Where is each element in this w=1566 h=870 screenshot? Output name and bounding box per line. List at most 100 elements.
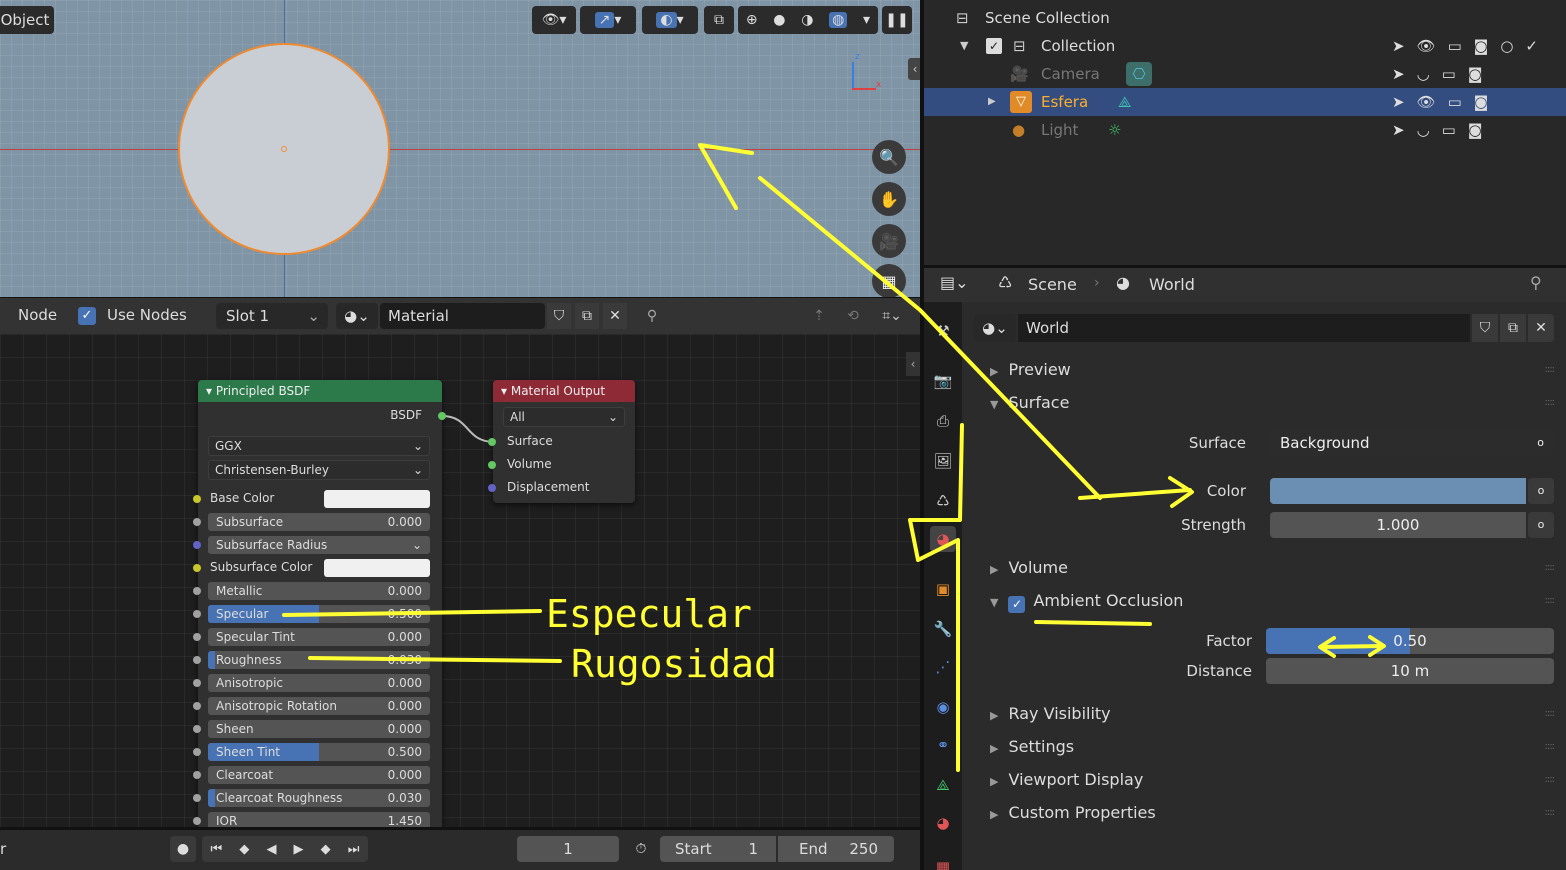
outliner-item-light[interactable]: ● Light ☼ ➤◡▭◙ — [924, 116, 1566, 144]
drag-handle-icon[interactable]: :::: — [1545, 595, 1556, 606]
node-editor-canvas[interactable]: ▾ Principled BSDF BSDF GGX ⌄ Christensen-… — [0, 334, 920, 827]
input-socket[interactable] — [193, 610, 201, 618]
texture-tab-icon[interactable]: ▦ — [930, 854, 956, 870]
bsdf-input-slider[interactable]: Anisotropic Rotation 0.000 — [208, 697, 430, 715]
modifier-tab-icon[interactable]: 🔧 — [930, 616, 956, 642]
play-icon[interactable]: ▶ — [294, 842, 304, 857]
unlink-icon[interactable]: ✕ — [1528, 314, 1554, 342]
material-output-header[interactable]: ▾ Material Output — [493, 380, 635, 402]
xray-toggle[interactable]: ⧉ — [704, 6, 734, 34]
bsdf-input-slider[interactable]: IOR 1.450 — [208, 812, 430, 827]
jump-end-icon[interactable]: ⏭ — [348, 842, 360, 857]
ortho-grid-icon[interactable]: ▦ — [872, 264, 906, 297]
current-frame-field[interactable]: 1 — [517, 836, 619, 862]
sidebar-toggle[interactable]: ‹ — [908, 58, 920, 80]
drag-handle-icon[interactable]: :::: — [1545, 397, 1556, 408]
collection-checkbox[interactable]: ✓ — [986, 38, 1002, 54]
color-link-button[interactable]: o — [1528, 478, 1554, 504]
bsdf-input-slider[interactable]: Subsurface 0.000 — [208, 513, 430, 531]
row-restrict-icons[interactable]: ➤◡▭◙ — [1392, 60, 1494, 88]
panel-ray-visibility[interactable]: ▶ Ray Visibility — [990, 704, 1111, 723]
row-restrict-icons[interactable]: ➤👁▭◙○✓ — [1392, 32, 1550, 60]
subsurface-method-dropdown[interactable]: Christensen-Burley ⌄ — [208, 460, 430, 480]
pin-icon[interactable]: ⚲ — [1530, 273, 1542, 292]
record-button[interactable]: ● — [170, 836, 196, 862]
slot-dropdown[interactable]: Slot 1 ⌄ — [216, 303, 328, 329]
prev-keyframe-icon[interactable]: ◆ — [239, 842, 249, 857]
bsdf-output-socket[interactable] — [438, 412, 446, 420]
data-tab-icon[interactable]: ⟁ — [930, 772, 956, 798]
object-tab-icon[interactable]: ▣ — [930, 576, 956, 602]
target-dropdown[interactable]: All ⌄ — [503, 407, 625, 427]
surface-socket[interactable] — [488, 438, 496, 446]
mesh-data-icon[interactable]: ⟁ — [1118, 88, 1131, 116]
end-frame-field[interactable]: End 250 — [778, 836, 894, 862]
input-socket[interactable] — [193, 679, 201, 687]
play-reverse-icon[interactable]: ◀ — [266, 842, 276, 857]
bsdf-input-slider[interactable]: Roughness 0.030 — [208, 651, 430, 669]
collection-row[interactable]: ▼ ✓ ⊟ Collection ➤👁▭◙○✓ — [924, 32, 1566, 60]
subsurface-radius-dropdown[interactable]: Subsurface Radius ⌄ — [208, 536, 430, 554]
input-socket[interactable] — [193, 495, 201, 503]
drag-handle-icon[interactable]: :::: — [1545, 364, 1556, 375]
bsdf-input-slider[interactable]: Sheen 0.000 — [208, 720, 430, 738]
panel-ambient-occlusion[interactable]: ▼ ✓ Ambient Occlusion — [990, 591, 1183, 613]
expand-arrow-icon[interactable]: ▼ — [960, 32, 968, 60]
material-output-node[interactable]: ▾ Material Output All ⌄ Surface Volume Di… — [488, 380, 635, 503]
light-data-icon[interactable]: ☼ — [1108, 116, 1121, 144]
panel-viewport-display[interactable]: ▶ Viewport Display — [990, 770, 1143, 789]
output-tab-icon[interactable]: ⎙ — [930, 408, 956, 434]
use-nodes-checkbox[interactable]: ✓ — [78, 307, 96, 325]
camera-data-icon[interactable]: ⎔ — [1126, 62, 1152, 86]
panel-volume[interactable]: ▶ Volume — [990, 558, 1068, 577]
render-tab-icon[interactable]: 📷 — [930, 368, 956, 394]
input-socket[interactable] — [193, 771, 201, 779]
strength-field[interactable]: 1.000 — [1270, 512, 1526, 538]
pin-icon[interactable]: ⚲ — [640, 303, 664, 329]
factor-slider[interactable]: 0.50 — [1266, 628, 1554, 654]
principled-bsdf-node[interactable]: ▾ Principled BSDF BSDF GGX ⌄ Christensen-… — [193, 380, 446, 827]
solid-icon[interactable]: ● — [773, 12, 785, 28]
drag-handle-icon[interactable]: :::: — [1545, 774, 1556, 785]
bsdf-input-slider[interactable]: Clearcoat Roughness 0.030 — [208, 789, 430, 807]
drag-handle-icon[interactable]: :::: — [1545, 807, 1556, 818]
displacement-socket[interactable] — [488, 484, 496, 492]
distance-field[interactable]: 10 m — [1266, 658, 1554, 684]
node-menu[interactable]: Node — [18, 306, 57, 324]
breadcrumb-scene[interactable]: Scene — [1028, 275, 1077, 294]
camera-view-icon[interactable]: 🎥 — [872, 224, 906, 258]
timeline-menu-fragment[interactable]: r — [0, 840, 6, 858]
gizmo-dropdown[interactable]: ↗ ▾ — [580, 6, 636, 34]
jump-start-icon[interactable]: ⏮ — [211, 842, 223, 857]
tool-tab-icon[interactable]: ⚒ — [930, 318, 956, 344]
snap-icon[interactable]: ⟲ — [840, 303, 866, 329]
row-restrict-icons[interactable]: ➤👁▭◙ — [1392, 88, 1500, 116]
color-swatch[interactable] — [1270, 478, 1526, 504]
ao-checkbox[interactable]: ✓ — [1008, 596, 1026, 613]
view-layer-tab-icon[interactable]: 🖼 — [930, 448, 956, 474]
rendered-icon[interactable]: ◍ — [829, 12, 848, 28]
overlay-dropdown[interactable]: ◐ ▾ — [642, 6, 698, 34]
input-socket[interactable] — [193, 518, 201, 526]
bsdf-input-slider[interactable]: Specular 0.500 — [208, 605, 430, 623]
panel-custom-properties[interactable]: ▶ Custom Properties — [990, 803, 1156, 822]
duplicate-icon[interactable]: ⧉ — [1500, 314, 1526, 342]
input-socket[interactable] — [193, 541, 201, 549]
scene-collection-row[interactable]: ⊟ Scene Collection — [924, 4, 1566, 32]
fake-user-icon[interactable]: ⛉ — [1472, 314, 1498, 342]
input-socket[interactable] — [193, 633, 201, 641]
outliner-item-esfera[interactable]: ▶ ▽ Esfera ⟁ ➤👁▭◙ — [924, 88, 1566, 116]
editor-type-dropdown[interactable]: ▤⌄ — [940, 273, 969, 292]
material-tab-icon[interactable]: ◕ — [930, 810, 956, 836]
parent-node-icon[interactable]: ⇡ — [806, 303, 832, 329]
zoom-icon[interactable]: 🔍 — [872, 140, 906, 174]
surface-shader-field[interactable]: Background o — [1270, 430, 1554, 456]
material-name-field[interactable]: Material — [380, 303, 545, 329]
scene-tab-icon[interactable]: ♺ — [930, 488, 956, 514]
color-swatch[interactable] — [324, 490, 430, 508]
unlink-icon[interactable]: ✕ — [603, 303, 627, 329]
panel-preview[interactable]: ▶ Preview — [990, 360, 1071, 379]
particles-tab-icon[interactable]: ⋰ — [930, 654, 956, 680]
bsdf-input-slider[interactable]: Anisotropic 0.000 — [208, 674, 430, 692]
principled-bsdf-header[interactable]: ▾ Principled BSDF — [198, 380, 442, 402]
